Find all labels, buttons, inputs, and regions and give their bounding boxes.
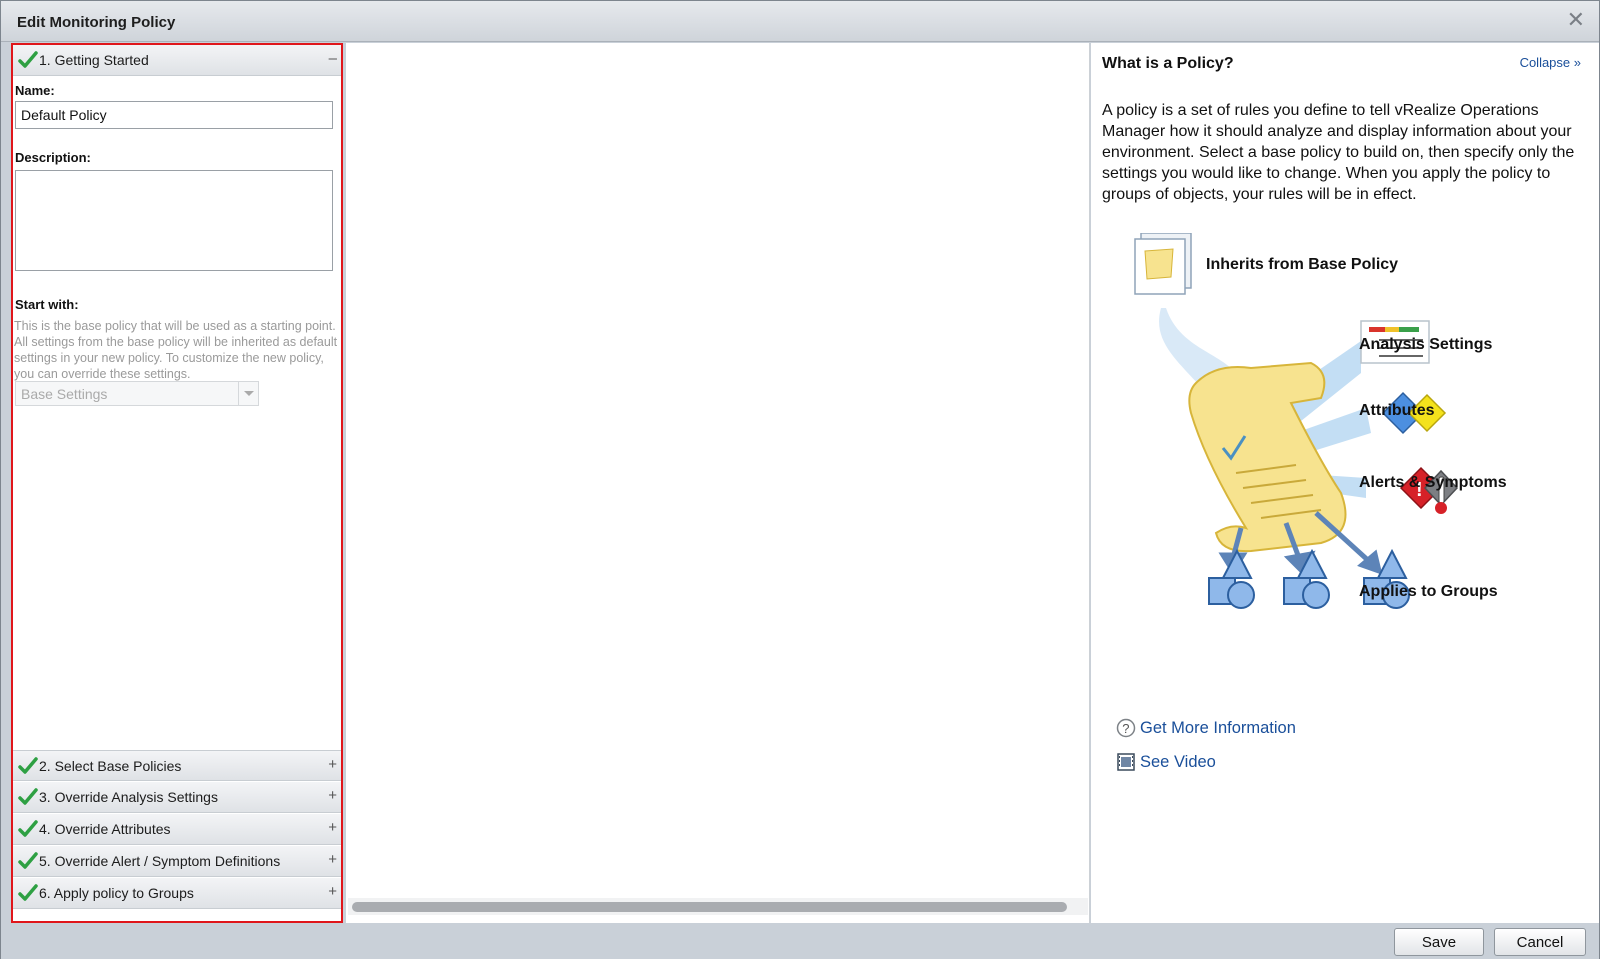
dialog-title: Edit Monitoring Policy (17, 14, 176, 31)
policy-diagram-art: ! (1134, 232, 1459, 609)
description-input[interactable] (15, 170, 333, 271)
expand-icon[interactable]: + (328, 756, 337, 773)
info-intro: A policy is a set of rules you define to… (1102, 102, 1575, 203)
see-video-text: See Video (1140, 752, 1216, 771)
name-label: Name: (15, 83, 55, 98)
help-icon: ? (1116, 718, 1136, 738)
chevron-down-icon[interactable] (238, 382, 258, 405)
base-settings-select[interactable]: Base Settings (15, 381, 259, 406)
label-attributes: Attributes (1359, 402, 1435, 419)
expand-icon[interactable]: + (328, 883, 337, 900)
name-input[interactable] (15, 101, 333, 129)
horizontal-scrollbar[interactable] (348, 898, 1088, 915)
description-label: Description: (15, 150, 91, 165)
step-getting-started[interactable]: 1. Getting Started – (13, 45, 341, 76)
step-label: 2. Select Base Policies (39, 758, 182, 774)
check-icon (18, 788, 38, 805)
select-value: Base Settings (21, 386, 108, 402)
check-icon (18, 757, 38, 774)
check-icon (18, 884, 38, 901)
wizard-steps-panel: 1. Getting Started – Name: Description: … (11, 43, 343, 923)
step-label: 6. Apply policy to Groups (39, 885, 194, 901)
collapse-icon[interactable]: – (329, 50, 337, 67)
label-inherits: Inherits from Base Policy (1206, 256, 1399, 273)
scrollbar-thumb[interactable] (352, 902, 1067, 912)
cancel-button[interactable]: Cancel (1494, 928, 1586, 956)
step-content-area (346, 43, 1090, 923)
step-label: 4. Override Attributes (39, 821, 171, 837)
step-select-base-policies[interactable]: 2. Select Base Policies + (13, 750, 341, 781)
policy-info-panel: What is a Policy? Collapse » A policy is… (1091, 43, 1599, 923)
expand-icon[interactable]: + (328, 851, 337, 868)
see-video-link[interactable]: See Video (1116, 752, 1216, 772)
start-with-help: This is the base policy that will be use… (14, 319, 338, 381)
base-policy-icon (1134, 232, 1192, 295)
step-apply-groups[interactable]: 6. Apply policy to Groups + (13, 878, 341, 909)
close-icon[interactable]: ✕ (1567, 9, 1585, 31)
step-label: 3. Override Analysis Settings (39, 789, 218, 805)
check-icon (18, 51, 38, 68)
policy-diagram: ! Inherits from Base Policy Analysis Set… (1121, 232, 1561, 673)
expand-icon[interactable]: + (328, 787, 337, 804)
check-icon (18, 852, 38, 869)
step-override-alerts[interactable]: 5. Override Alert / Symptom Definitions … (13, 846, 341, 877)
step-label: 1. Getting Started (39, 52, 149, 68)
edit-policy-dialog: Edit Monitoring Policy ✕ 1. Getting Star… (0, 0, 1600, 959)
get-more-info-link[interactable]: ? Get More Information (1116, 718, 1296, 738)
info-title: What is a Policy? (1102, 55, 1234, 72)
label-alerts: Alerts & Symptoms (1359, 474, 1507, 491)
save-button[interactable]: Save (1394, 928, 1484, 956)
step-label: 5. Override Alert / Symptom Definitions (39, 853, 281, 869)
get-more-info-text: Get More Information (1140, 718, 1296, 737)
start-with-label: Start with: (15, 297, 79, 312)
step-override-analysis[interactable]: 3. Override Analysis Settings + (13, 782, 341, 813)
label-analysis: Analysis Settings (1359, 336, 1493, 353)
dialog-titlebar: Edit Monitoring Policy ✕ (1, 1, 1599, 42)
step-override-attributes[interactable]: 4. Override Attributes + (13, 814, 341, 845)
expand-icon[interactable]: + (328, 819, 337, 836)
collapse-link[interactable]: Collapse » (1520, 55, 1581, 70)
label-groups: Applies to Groups (1359, 583, 1498, 600)
dialog-footer: Save Cancel (1, 923, 1599, 959)
check-icon (18, 820, 38, 837)
scroll-document-icon (1188, 361, 1347, 553)
svg-text:?: ? (1122, 721, 1129, 736)
video-icon (1117, 753, 1135, 771)
